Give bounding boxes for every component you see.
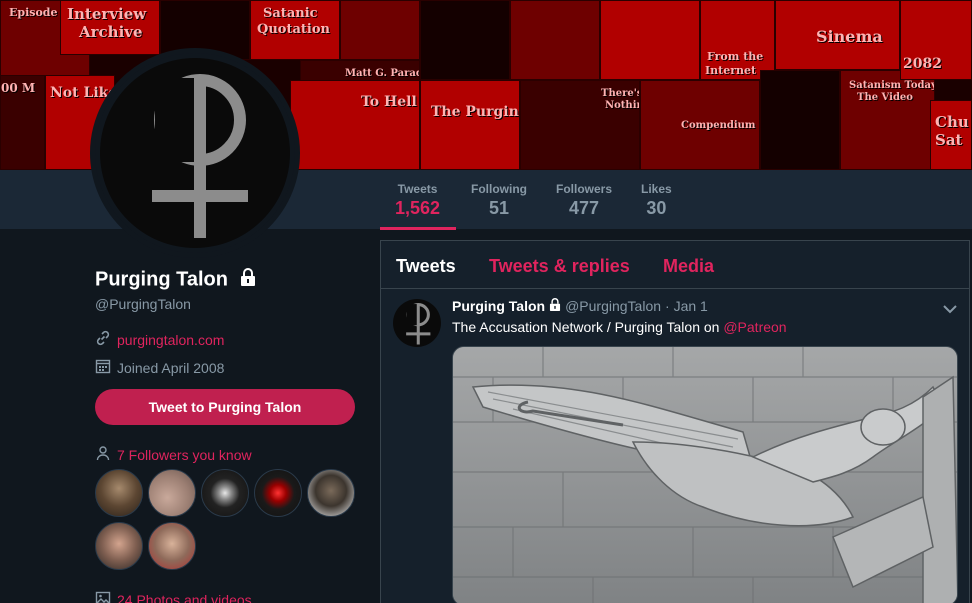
banner-tile: Sinema: [775, 0, 900, 70]
website-link[interactable]: purgingtalon.com: [117, 332, 224, 348]
link-icon: [95, 330, 111, 349]
profile-handle: @PurgingTalon: [95, 296, 191, 312]
banner-tile: There's Nothing: [520, 80, 640, 170]
stat-value: 477: [568, 198, 600, 218]
website-row: purgingtalon.com: [95, 330, 224, 349]
banner-tile: Satanic Quotation: [250, 0, 340, 60]
tweet-handle[interactable]: @PurgingTalon: [565, 298, 661, 314]
lock-icon: [549, 298, 561, 314]
banner-tile: Chu Sat: [930, 100, 972, 170]
tweet[interactable]: Purging Talon @PurgingTalon · Jan 1 The …: [381, 289, 969, 603]
photo-icon: [95, 590, 111, 603]
profile-name: Purging Talon: [95, 268, 256, 292]
follower-avatar[interactable]: [95, 469, 143, 517]
tweet-image[interactable]: [452, 346, 958, 603]
banner-tile: Interview Archive: [60, 0, 160, 55]
tweet-date[interactable]: · Jan 1: [665, 298, 708, 314]
follower-avatar[interactable]: [95, 522, 143, 570]
banner-tile: [760, 70, 840, 170]
follower-avatar[interactable]: [201, 469, 249, 517]
stat-value: 1,562: [395, 198, 441, 218]
stat-tweets[interactable]: Tweets 1,562: [395, 182, 440, 219]
banner-tile: The Purging: [420, 80, 520, 170]
inverted-cross-symbol: [406, 303, 431, 345]
profile-avatar[interactable]: [90, 48, 300, 258]
banner-tile: Compendium: [640, 80, 760, 170]
stat-label: Following: [471, 182, 527, 196]
banner-tile: [510, 0, 600, 80]
tab-tweets[interactable]: Tweets: [396, 256, 456, 277]
tweet-mention[interactable]: @Patreon: [723, 319, 786, 335]
stat-value: 30: [646, 198, 667, 218]
tweet-text: The Accusation Network / Purging Talon o…: [452, 319, 787, 335]
follower-avatar[interactable]: [148, 522, 196, 570]
joined-date: Joined April 2008: [117, 359, 225, 376]
stone-relief-image: [453, 347, 957, 603]
calendar-icon: [95, 358, 111, 377]
photos-videos-link[interactable]: 24 Photos and videos: [117, 592, 252, 603]
photos-videos[interactable]: 24 Photos and videos: [95, 590, 252, 603]
followers-you-know-link[interactable]: 7 Followers you know: [117, 447, 252, 463]
people-icon: [95, 445, 111, 464]
follower-avatar[interactable]: [148, 469, 196, 517]
active-stat-underline: [380, 227, 456, 230]
banner-tile: [420, 0, 510, 80]
tweet-to-button[interactable]: Tweet to Purging Talon: [95, 389, 355, 425]
tab-media[interactable]: Media: [663, 256, 714, 277]
banner-tile: Satanism Today The Video: [840, 70, 935, 170]
stat-label: Likes: [641, 182, 672, 196]
banner-tile: To Hell: [290, 80, 420, 170]
stat-value: 51: [488, 198, 510, 218]
profile-name-text: Purging Talon: [95, 268, 228, 291]
avatar-image: [100, 58, 290, 248]
stat-label: Tweets: [397, 182, 438, 196]
stat-likes[interactable]: Likes 30: [641, 182, 672, 219]
tab-tweets-replies[interactable]: Tweets & replies: [489, 256, 630, 277]
joined-row: Joined April 2008: [95, 358, 224, 377]
tweet-text-body: The Accusation Network / Purging Talon o…: [452, 319, 724, 335]
tweet-avatar[interactable]: [393, 299, 441, 347]
profile-page: Episode Interview Archive 00 M Not Like …: [0, 0, 972, 603]
stat-following[interactable]: Following 51: [471, 182, 527, 219]
tweet-header: Purging Talon @PurgingTalon · Jan 1: [452, 298, 708, 314]
stat-followers[interactable]: Followers 477: [556, 182, 612, 219]
banner-tile: 2082: [900, 0, 972, 80]
stat-label: Followers: [556, 182, 613, 196]
timeline-tabs: Tweets Tweets & replies Media: [381, 241, 969, 289]
banner-tile: [340, 0, 420, 60]
follower-avatar[interactable]: [307, 469, 355, 517]
followers-you-know[interactable]: 7 Followers you know: [95, 445, 252, 464]
lock-icon: [240, 268, 256, 292]
banner-tile: From the Internet: [700, 0, 775, 80]
banner-tile: 00 M: [0, 75, 45, 170]
chevron-down-icon[interactable]: [943, 301, 957, 319]
timeline: Tweets Tweets & replies Media Purging Ta…: [380, 240, 970, 603]
follower-avatar[interactable]: [254, 469, 302, 517]
inverted-cross-symbol: [152, 74, 248, 238]
banner-tile: [600, 0, 700, 80]
tweet-author[interactable]: Purging Talon: [452, 298, 545, 314]
